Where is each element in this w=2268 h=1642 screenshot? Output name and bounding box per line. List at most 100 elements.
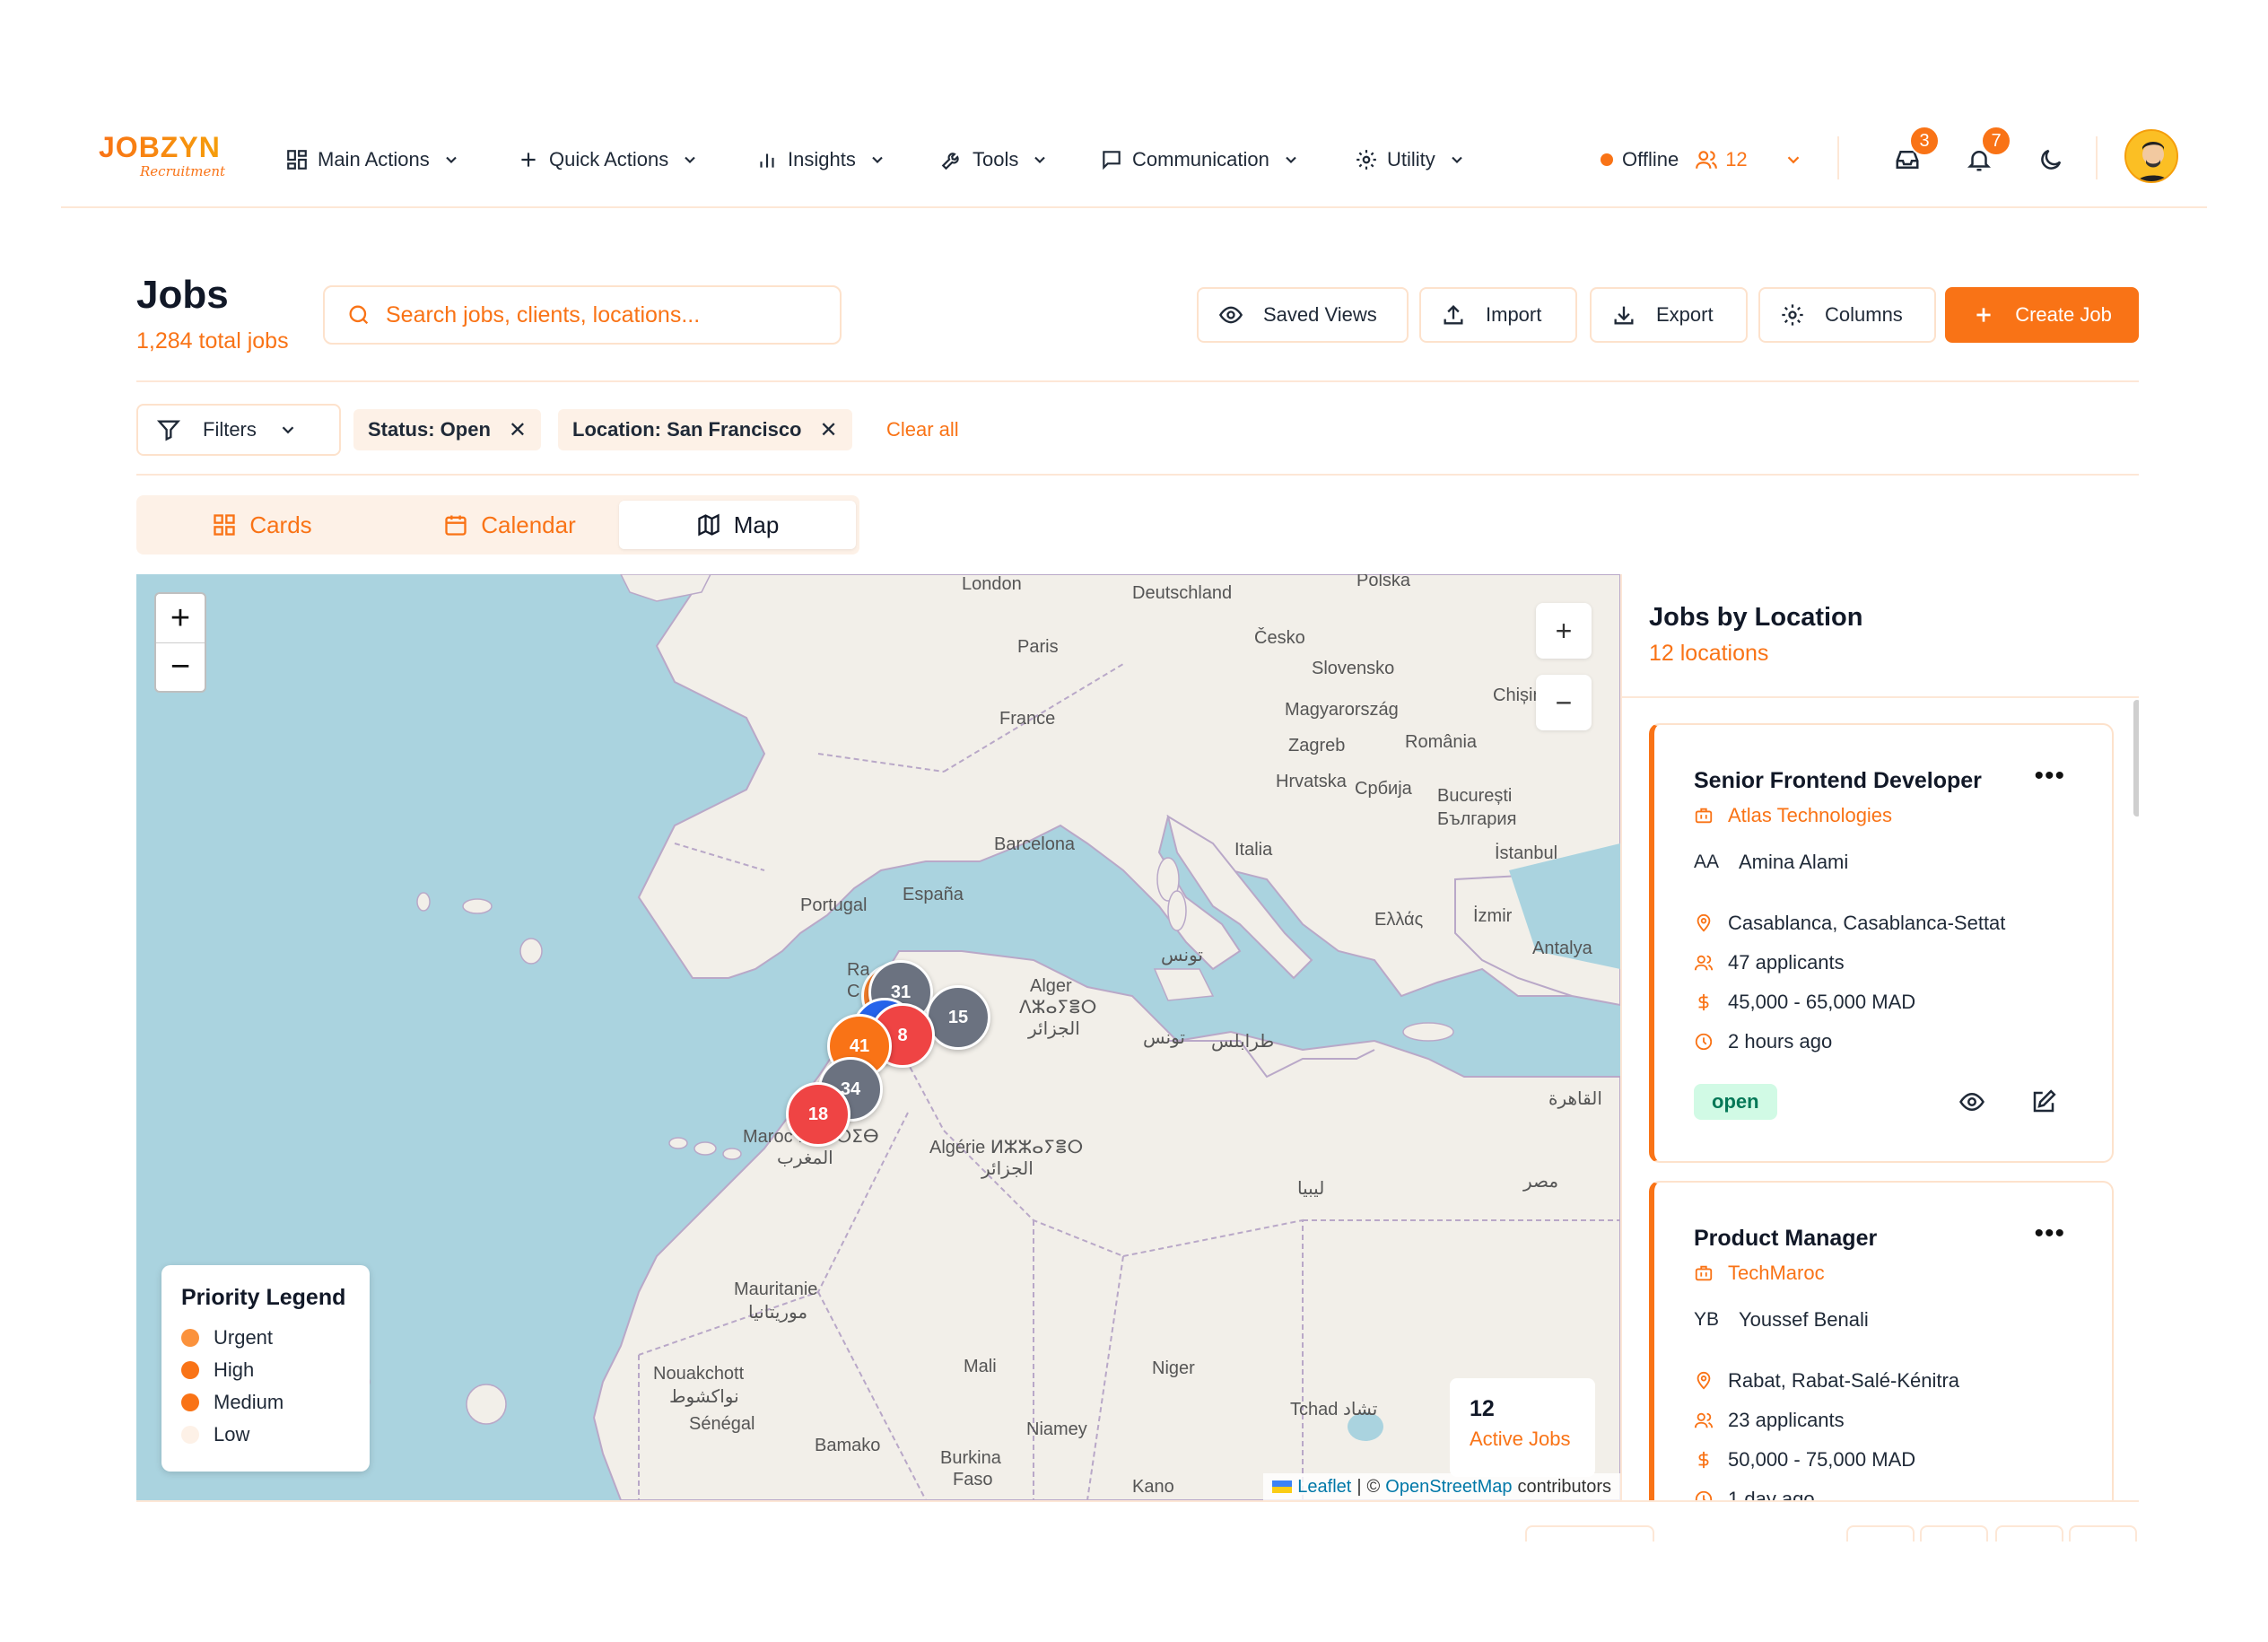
legend-item: High	[181, 1354, 350, 1386]
leaflet-link[interactable]: Leaflet	[1297, 1477, 1351, 1498]
page-size-select[interactable]	[1525, 1525, 1654, 1542]
tab-calendar[interactable]: Calendar	[384, 501, 635, 549]
notifications-button[interactable]: 7	[1958, 126, 2011, 181]
status-label: Offline	[1622, 148, 1679, 170]
legend-swatch	[181, 1426, 199, 1444]
nav-main-actions[interactable]: Main Actions	[285, 138, 460, 181]
osm-link[interactable]: OpenStreetMap	[1385, 1477, 1512, 1498]
zoom-out-button[interactable]: −	[156, 642, 205, 691]
online-users-count: 12	[1725, 148, 1748, 170]
clock-icon	[1695, 1033, 1713, 1051]
map-label: Deutschland	[1132, 583, 1233, 603]
theme-toggle[interactable]	[2029, 138, 2072, 181]
nav-tools[interactable]: Tools	[940, 138, 1049, 181]
brand-tagline: Recruitment	[140, 163, 226, 179]
search-input[interactable]	[386, 301, 798, 328]
edit-job-button[interactable]	[2028, 1086, 2060, 1118]
nav-quick-actions[interactable]: Quick Actions	[517, 138, 699, 181]
clock-icon	[1695, 1490, 1713, 1500]
view-job-button[interactable]	[1956, 1086, 1988, 1118]
nav-communication[interactable]: Communication	[1100, 138, 1300, 181]
inbox-button[interactable]: 3	[1886, 126, 1940, 181]
tab-map[interactable]: Map	[619, 501, 856, 549]
close-icon[interactable]: ✕	[509, 417, 527, 443]
job-posted: 2 hours ago	[1694, 1030, 1832, 1053]
map-label: İstanbul	[1495, 843, 1558, 863]
jobs-map[interactable]: London Deutschland Polska Paris Česko Sl…	[136, 574, 1620, 1500]
map-label: Zagreb	[1288, 736, 1346, 755]
brand-logo[interactable]: JOBZYN Recruitment	[99, 131, 226, 185]
nav-quick-actions-label: Quick Actions	[549, 148, 669, 170]
pagination-button[interactable]	[1920, 1525, 1988, 1542]
pagination-button[interactable]	[2069, 1525, 2137, 1542]
import-button[interactable]: Import	[1419, 287, 1577, 343]
recruiter-initials: AA	[1694, 852, 1720, 872]
filters-label: Filters	[203, 418, 257, 441]
dollar-icon	[1698, 993, 1709, 1011]
chevron-down-icon	[1452, 156, 1462, 163]
company-name[interactable]: TechMaroc	[1728, 1262, 1825, 1285]
map-label: C	[847, 982, 860, 1001]
map-label: Niger	[1152, 1358, 1195, 1378]
map-label: المغرب	[777, 1149, 833, 1168]
job-company: TechMaroc	[1694, 1262, 1825, 1285]
active-jobs-count: 12	[1470, 1396, 1495, 1421]
more-options-icon[interactable]: •••	[2034, 1218, 2065, 1249]
map-label: Nouakchott	[653, 1364, 745, 1384]
map-cluster[interactable]: 18	[786, 1082, 850, 1147]
job-card[interactable]: Senior Frontend Developer ••• Atlas Tech…	[1649, 723, 2114, 1163]
divider	[136, 1500, 2139, 1502]
zoom-in-button[interactable]: +	[156, 594, 205, 642]
zoom-out-button[interactable]: −	[1536, 675, 1592, 730]
salary-text: 50,000 - 75,000 MAD	[1728, 1448, 1916, 1471]
map-label: Barcelona	[994, 834, 1076, 854]
eye-icon	[1959, 1092, 1984, 1112]
panel-title: Jobs by Location	[1649, 603, 1863, 632]
nav-utility[interactable]: Utility	[1355, 138, 1466, 181]
user-avatar[interactable]	[2124, 129, 2178, 183]
brand-name: JOBZYN	[99, 131, 221, 163]
tab-cards[interactable]: Cards	[136, 501, 388, 549]
chevron-down-icon	[1286, 156, 1296, 163]
job-salary: 45,000 - 65,000 MAD	[1694, 991, 1915, 1014]
pagination-button[interactable]	[1995, 1525, 2063, 1542]
posted-text: 2 hours ago	[1728, 1030, 1833, 1052]
location-text: Rabat, Rabat-Salé-Kénitra	[1728, 1369, 1960, 1392]
export-button[interactable]: Export	[1590, 287, 1748, 343]
chevron-down-icon	[445, 156, 457, 163]
job-title: Senior Frontend Developer	[1694, 768, 1982, 793]
job-recruiter: YB Youssef Benali	[1694, 1308, 1869, 1332]
notifications-badge: 7	[1981, 126, 2011, 156]
panel-scrollbar[interactable]	[2133, 700, 2139, 817]
clear-all-link[interactable]: Clear all	[886, 418, 959, 441]
company-name[interactable]: Atlas Technologies	[1728, 804, 1892, 827]
map-attribution: Leaflet | © OpenStreetMap contributors	[1263, 1473, 1620, 1500]
job-card[interactable]: Product Manager ••• TechMaroc YB Youssef…	[1649, 1181, 2114, 1500]
eye-icon	[1218, 306, 1243, 324]
briefcase-icon	[1695, 1265, 1713, 1281]
more-options-icon[interactable]: •••	[2034, 761, 2065, 791]
chevron-down-icon	[282, 426, 294, 434]
users-icon	[1694, 1412, 1714, 1428]
close-icon[interactable]: ✕	[820, 417, 838, 443]
map-label: Antalya	[1532, 939, 1592, 958]
page-title: Jobs	[136, 273, 229, 317]
filter-chip-label: Status: Open	[368, 418, 491, 441]
pagination-button[interactable]	[1846, 1525, 1915, 1542]
job-location: Rabat, Rabat-Salé-Kénitra	[1694, 1369, 1959, 1393]
map-label: Kano	[1132, 1477, 1174, 1497]
map-cluster[interactable]: 15	[926, 985, 990, 1050]
presence-status[interactable]: Offline 12	[1601, 138, 1803, 181]
saved-views-button[interactable]: Saved Views	[1197, 287, 1409, 343]
filter-chip-label: Location: San Francisco	[572, 418, 802, 441]
filters-button[interactable]: Filters	[136, 404, 341, 456]
create-job-button[interactable]: Create Job	[1945, 287, 2139, 343]
nav-insights[interactable]: Insights	[755, 138, 886, 181]
map-label: ليبيا	[1297, 1179, 1325, 1199]
zoom-in-button[interactable]: +	[1536, 603, 1592, 659]
legend-title: Priority Legend	[181, 1285, 346, 1310]
priority-legend: Priority Legend Urgent High Medium Low	[161, 1265, 370, 1472]
columns-button[interactable]: Columns	[1758, 287, 1936, 343]
map-label: България	[1437, 809, 1517, 829]
applicants-text: 23 applicants	[1728, 1409, 1845, 1431]
